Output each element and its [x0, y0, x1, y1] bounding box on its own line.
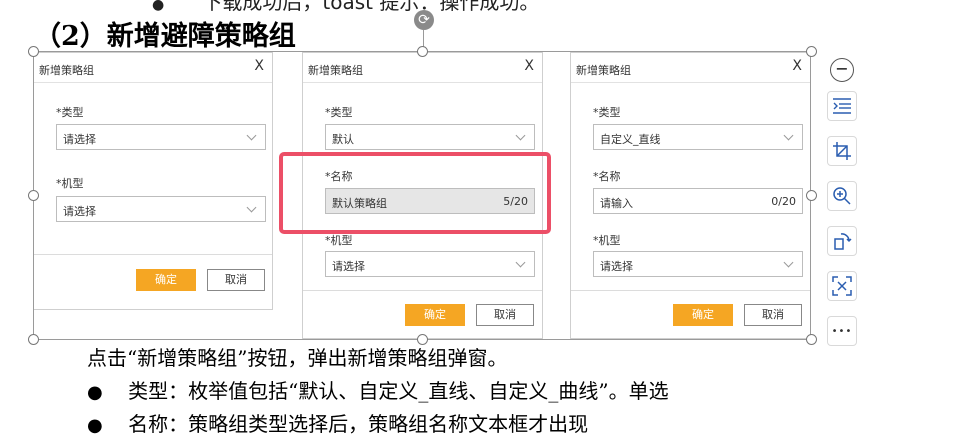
zoom-in-icon[interactable]	[827, 181, 857, 211]
list-item: ● 名称：策略组类型选择后，策略组名称文本框才出现	[87, 412, 589, 436]
resize-handle[interactable]	[417, 46, 428, 57]
resize-handle[interactable]	[806, 334, 817, 345]
bullet-dot: ●	[87, 382, 103, 403]
list-item: ● 类型：枚举值包括“默认、自定义_直线、自定义_曲线”。单选	[87, 379, 669, 403]
resize-handle[interactable]	[806, 190, 817, 201]
resize-handle[interactable]	[28, 190, 39, 201]
crop-icon[interactable]	[827, 136, 857, 166]
description-paragraph: 点击“新增策略组”按钮，弹出新增策略组弹窗。	[87, 346, 508, 370]
more-icon[interactable]: •••	[827, 316, 857, 346]
bullet-dot: ●	[152, 0, 165, 13]
previous-bullet-line: ● 下载成功后，toast 提示：操作成功。	[152, 0, 539, 15]
extract-text-icon[interactable]	[827, 271, 857, 301]
section-heading: （2）新增避障策略组	[34, 21, 296, 52]
rotate-icon[interactable]	[827, 226, 857, 256]
resize-handle[interactable]	[806, 46, 817, 57]
wrap-text-icon[interactable]	[827, 91, 857, 121]
collapse-icon[interactable]: −	[830, 58, 854, 82]
highlight-box	[279, 152, 551, 234]
resize-handle[interactable]	[28, 334, 39, 345]
resize-handle[interactable]	[28, 46, 39, 57]
rotate-handle-icon[interactable]: ⟳	[414, 10, 434, 30]
